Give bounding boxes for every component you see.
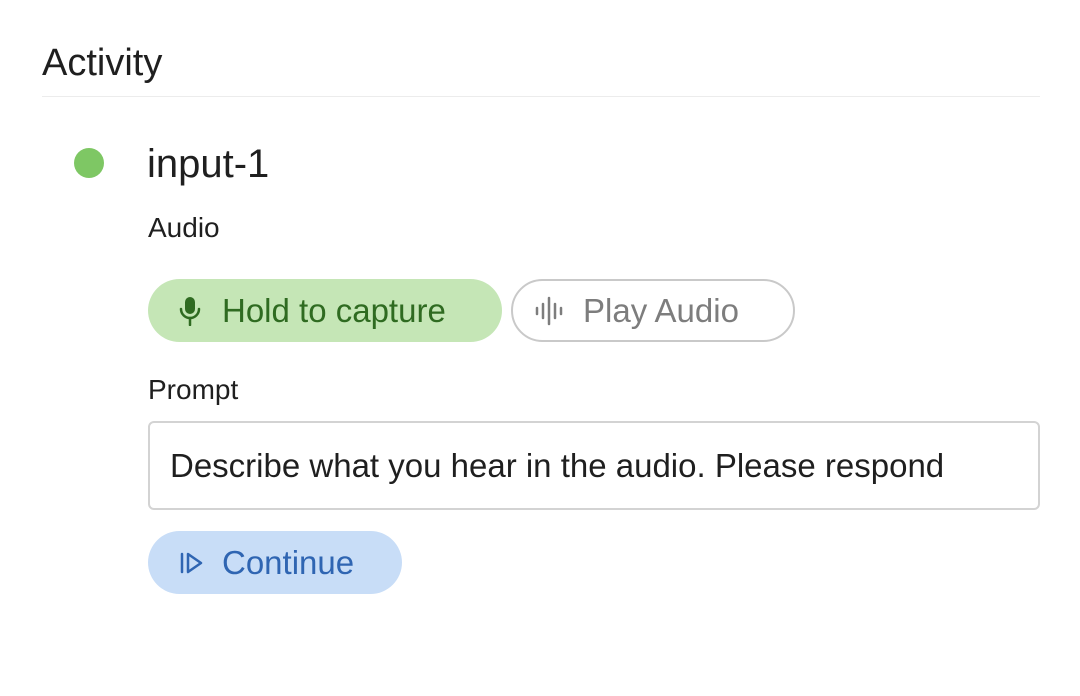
play-audio-label: Play Audio — [583, 291, 739, 329]
hold-to-capture-label: Hold to capture — [222, 291, 446, 329]
hold-to-capture-button[interactable]: Hold to capture — [148, 279, 502, 342]
skip-next-icon — [176, 547, 208, 579]
prompt-label: Prompt — [148, 374, 239, 405]
prompt-input[interactable] — [148, 421, 1040, 510]
microphone-icon — [174, 295, 206, 327]
section-divider — [42, 96, 1040, 97]
continue-button[interactable]: Continue — [148, 531, 402, 594]
waveform-icon — [535, 295, 567, 327]
audio-label: Audio — [148, 212, 220, 243]
play-audio-button[interactable]: Play Audio — [511, 279, 795, 342]
continue-label: Continue — [222, 543, 355, 581]
section-title: Activity — [42, 42, 163, 84]
status-dot — [74, 148, 104, 178]
node-title: input-1 — [147, 142, 270, 186]
